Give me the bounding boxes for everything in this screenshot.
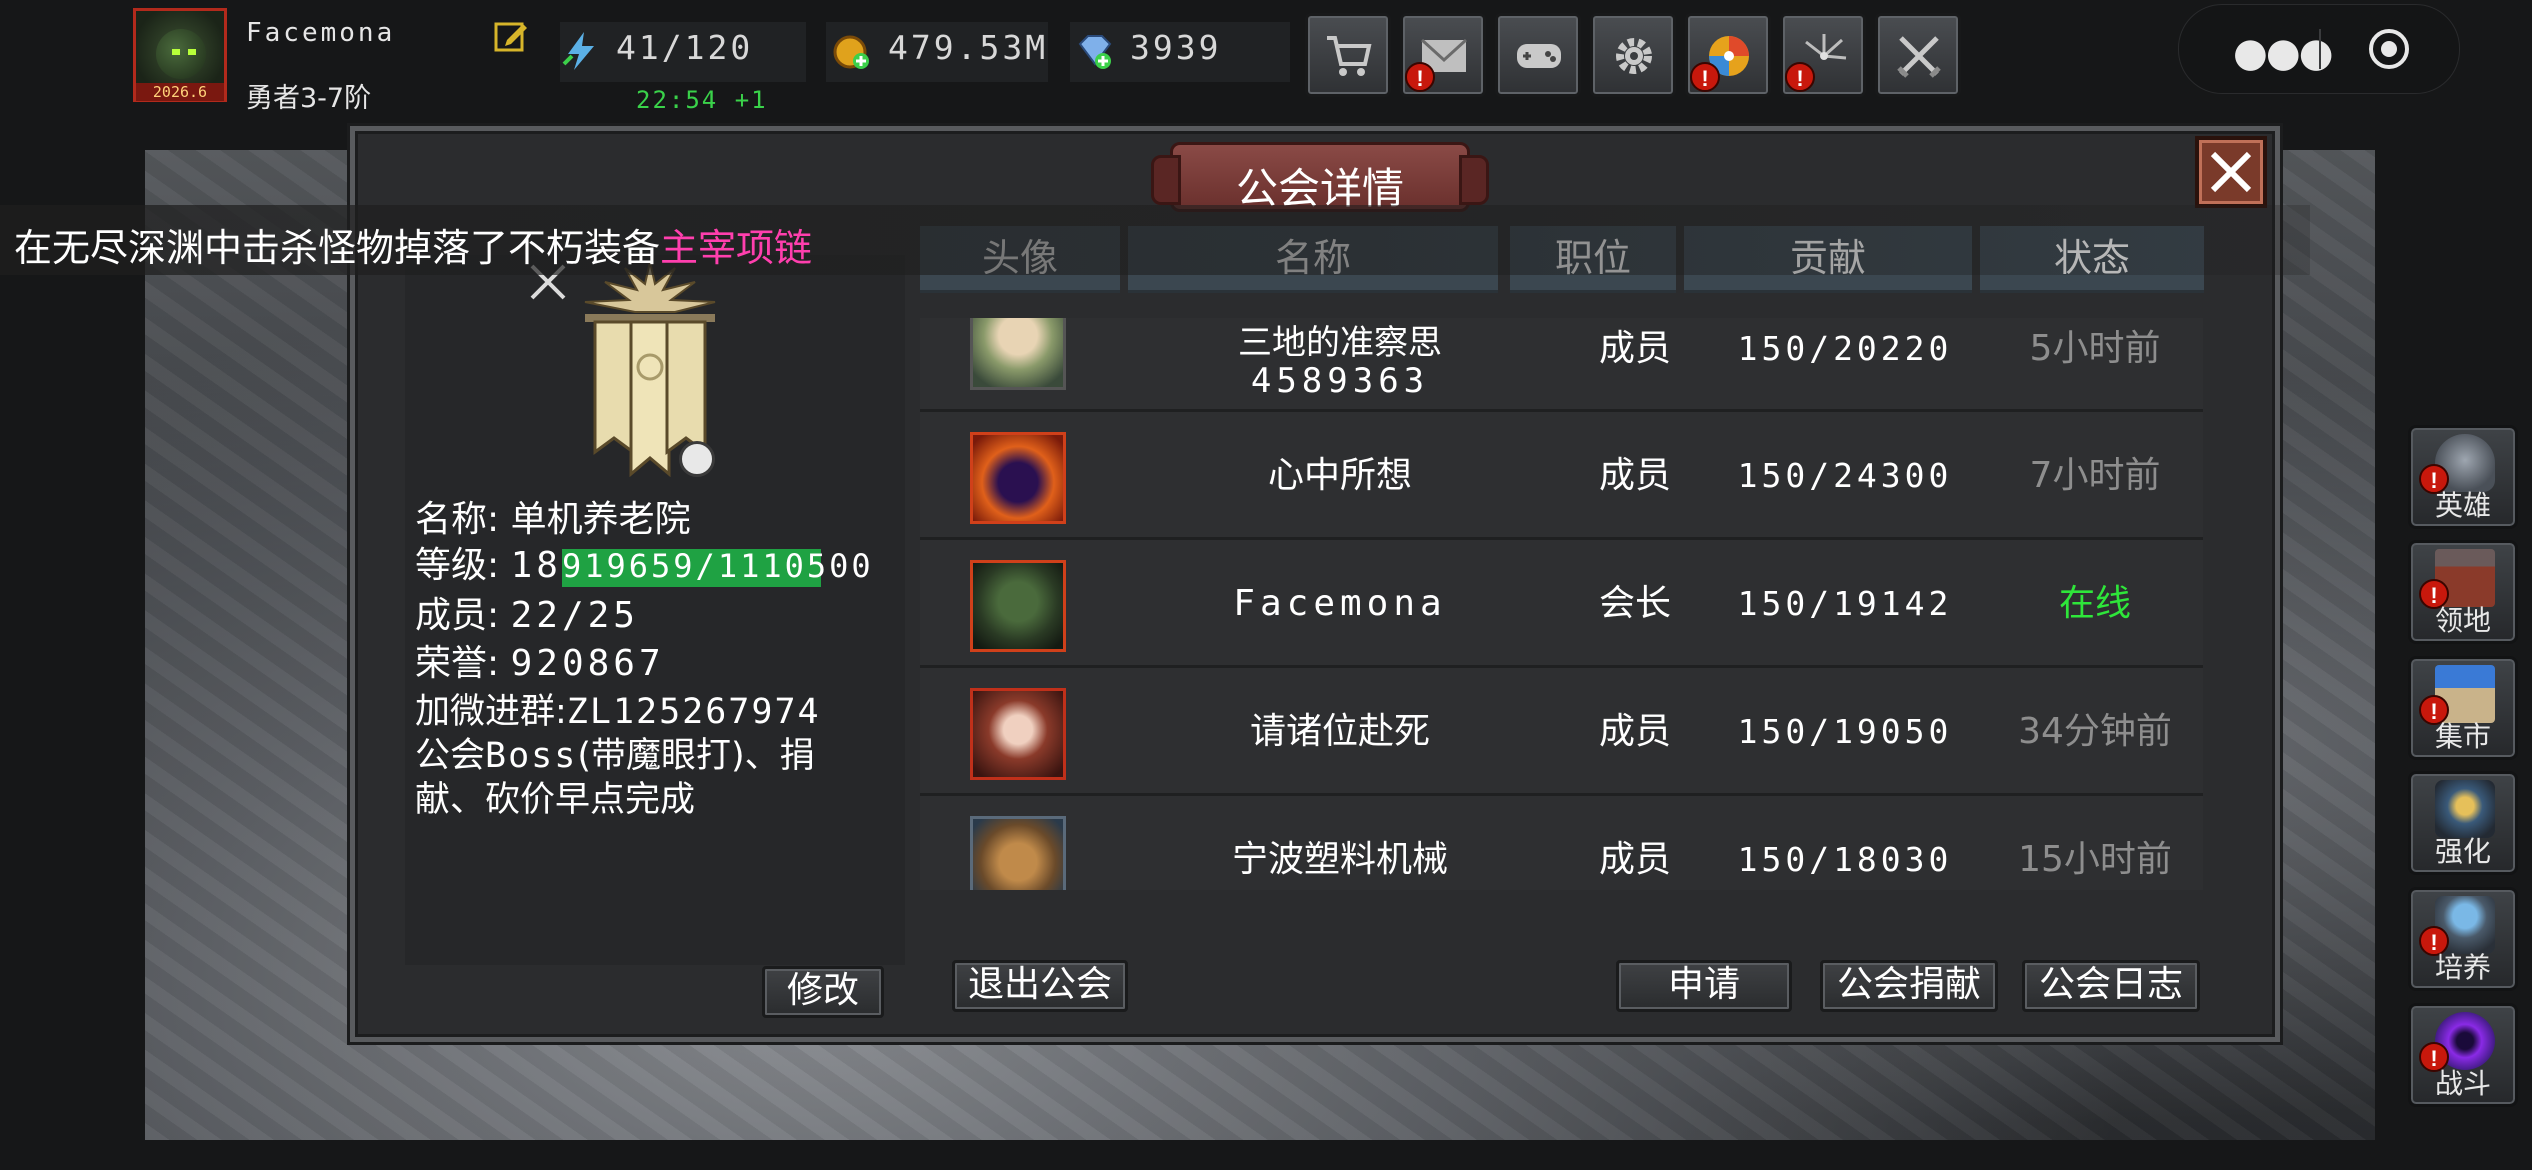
fox-mask-girl-avatar-icon[interactable] (970, 688, 1066, 780)
gamepad-badge-icon (679, 441, 715, 477)
player-avatar[interactable]: 2026.6 (133, 8, 227, 102)
stamina-value: 41/120 (616, 28, 754, 67)
member-contribution: 150/19142 (1737, 584, 1953, 623)
member-name-line2: 4589363 (1250, 361, 1430, 401)
member-status: 在线 (2058, 583, 2131, 624)
golem-avatar-icon[interactable] (970, 816, 1066, 890)
edit-name-icon[interactable] (493, 18, 529, 54)
stamina-timer: 22:54 +1 (636, 86, 768, 114)
miniprogram-capsule: ●●● (2178, 4, 2460, 94)
member-contribution: 150/24300 (1737, 456, 1953, 495)
member-status: 7小时前 (2029, 455, 2161, 496)
gear-icon (1616, 38, 1652, 74)
side-menu-market[interactable]: ! 集市 (2408, 656, 2518, 760)
member-role: 成员 (1598, 839, 1671, 880)
guild-xp: 919659/1110500 (561, 547, 874, 585)
side-menu-hero[interactable]: ! 英雄 (2408, 425, 2518, 529)
mail-alert-badge: ! (1405, 62, 1435, 92)
member-role: 会长 (1598, 583, 1671, 624)
goblin-avatar-icon[interactable] (970, 560, 1066, 652)
marquee-text: 在无尽深渊中击杀怪物掉落了不朽装备 (14, 226, 661, 270)
wheel-alert-badge: ! (1690, 62, 1720, 92)
shop-button[interactable] (1305, 13, 1391, 97)
guild-honor: 920867 (510, 643, 665, 684)
lucky-wheel-button[interactable]: ! (1685, 13, 1771, 97)
settings-button[interactable] (1590, 13, 1676, 97)
marquee-item-name: 主宰项链 (660, 226, 813, 270)
diamond-icon (1078, 35, 1112, 69)
goblin-face-icon (156, 29, 206, 79)
gamepad-icon (1517, 44, 1561, 68)
member-name: Facemona (1233, 583, 1447, 624)
lightning-icon (562, 32, 594, 70)
dialog-title-banner: 公会详情 (1151, 142, 1489, 213)
side-menu-battle[interactable]: ! 战斗 (2408, 1003, 2518, 1107)
guild-honor-line: 荣誉: 920867 (415, 643, 665, 684)
fireworks-alert-badge: ! (1785, 62, 1815, 92)
guild-name: 单机养老院 (510, 499, 691, 540)
broadcast-marquee: 在无尽深渊中击杀怪物掉落了不朽装备主宰项链 (0, 205, 2310, 275)
member-status: 34分钟前 (2018, 711, 2172, 752)
guild-level-line: 等级: 18 919659/1110500 (415, 545, 874, 587)
member-row[interactable]: 心中所想 成员 150/24300 7小时前 (920, 412, 2203, 540)
battle-button[interactable] (1875, 13, 1961, 97)
guild-members: 22/25 (510, 595, 639, 636)
modify-button[interactable]: 修改 (762, 966, 884, 1018)
guild-members-line: 成员: 22/25 (415, 595, 639, 636)
avatar-badge: 2026.6 (136, 83, 224, 101)
member-name: 心中所想 (1267, 455, 1412, 496)
guild-xp-bar: 919659/1110500 (561, 545, 874, 587)
target-circle-icon[interactable] (2367, 27, 2411, 71)
demon-avatar-icon[interactable] (970, 432, 1066, 524)
member-name: 宁波塑料机械 (1231, 839, 1448, 880)
elf-avatar-icon[interactable] (970, 318, 1066, 390)
guild-level: 18 (510, 545, 562, 586)
more-dots-icon[interactable]: ●●● (2233, 30, 2334, 76)
member-list[interactable]: 三地的准察思 4589363 成员 150/20220 5小时前 心中所想 成员… (920, 318, 2203, 890)
member-row[interactable]: 宁波塑料机械 成员 150/18030 15小时前 (920, 796, 2203, 890)
side-menu-enhance[interactable]: 强化 (2408, 771, 2518, 875)
player-name: Facemona (246, 18, 396, 48)
gems-value: 3939 (1130, 28, 1222, 67)
member-row[interactable]: 请诸位赴死 成员 150/19050 34分钟前 (920, 668, 2203, 796)
member-status: 5小时前 (2029, 328, 2161, 369)
gold-value: 479.53M (888, 28, 1049, 67)
close-button[interactable] (2195, 136, 2267, 208)
guild-name-line: 名称: 单机养老院 (415, 499, 691, 540)
guild-donate-button[interactable]: 公会捐献 (1820, 960, 1998, 1012)
member-row[interactable]: 三地的准察思 4589363 成员 150/20220 5小时前 (920, 318, 2203, 412)
gamepad-button[interactable] (1495, 13, 1581, 97)
close-icon (2210, 151, 2252, 193)
side-menu-territory[interactable]: ! 领地 (2408, 540, 2518, 644)
swords-icon (1897, 36, 1941, 78)
fireworks-button[interactable]: ! (1780, 13, 1866, 97)
cart-icon (1327, 36, 1372, 76)
guild-log-button[interactable]: 公会日志 (2022, 960, 2200, 1012)
guild-notice: 加微进群:ZL125267974 公会Boss(带魔眼打)、捐 献、砍价早点完成 (415, 692, 821, 820)
leave-guild-button[interactable]: 退出公会 (952, 960, 1128, 1012)
side-menu-train[interactable]: ! 培养 (2408, 887, 2518, 991)
member-contribution: 150/19050 (1737, 712, 1953, 751)
apply-button[interactable]: 申请 (1616, 960, 1792, 1012)
member-row[interactable]: Facemona 会长 150/19142 在线 (920, 540, 2203, 668)
member-role: 成员 (1598, 711, 1671, 752)
member-name: 三地的准察思 (1238, 323, 1442, 363)
member-role: 成员 (1598, 455, 1671, 496)
member-status: 15小时前 (2018, 839, 2172, 880)
gold-coin-icon (833, 35, 869, 69)
member-name: 请诸位赴死 (1249, 711, 1430, 752)
mail-button[interactable]: ! (1400, 13, 1486, 97)
player-rank: 勇者3-7阶 (246, 83, 372, 114)
member-contribution: 150/20220 (1737, 329, 1953, 368)
member-role: 成员 (1598, 328, 1671, 369)
member-contribution: 150/18030 (1737, 840, 1953, 879)
